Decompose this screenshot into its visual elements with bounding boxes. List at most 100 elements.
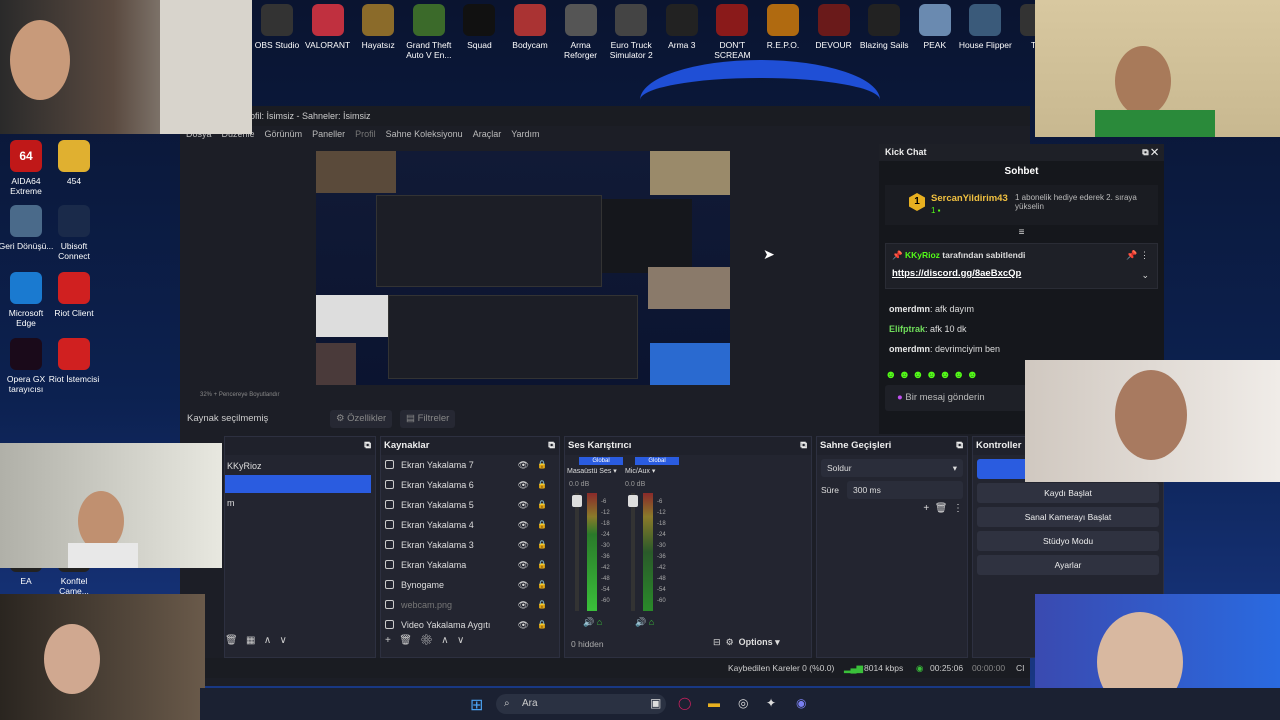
source-down-icon[interactable]: ∨ — [457, 635, 464, 646]
scene-item-selected[interactable] — [225, 475, 371, 493]
desktop-icon[interactable]: Riot İstemcisi — [46, 338, 102, 384]
menu-profile[interactable]: Profil — [355, 126, 376, 142]
desktop-icon[interactable]: Grand Theft Auto V En... — [402, 4, 456, 60]
transition-select[interactable]: Soldur ▾ — [821, 459, 963, 477]
remove-scene-icon[interactable]: 🗑 — [225, 635, 238, 646]
filters-button[interactable]: ▤ Filtreler — [400, 410, 456, 428]
transition-menu-icon[interactable]: ⋮ — [953, 503, 963, 514]
desktop-icon[interactable]: Arma Reforger — [554, 4, 608, 60]
obs-preview[interactable] — [316, 151, 730, 385]
source-item[interactable]: Ekran Yakalama 4 👁 🔒 — [381, 515, 559, 535]
desktop-icon[interactable]: Blazing Sails — [857, 4, 911, 50]
scene-item-1[interactable]: KKyRioz — [225, 455, 375, 475]
scene-filters-icon[interactable]: ▦ — [246, 635, 255, 646]
visibility-eye-icon[interactable]: 👁 — [518, 575, 529, 595]
desktop-icon[interactable]: OBS Studio — [250, 4, 304, 50]
lock-icon[interactable]: 🔒 — [537, 475, 547, 495]
source-item[interactable]: Ekran Yakalama 6 👁 🔒 — [381, 475, 559, 495]
studio-mode-button[interactable]: Stüdyo Modu — [977, 531, 1159, 551]
menu-view[interactable]: Görünüm — [265, 126, 303, 142]
desktop-icon[interactable]: Hayatsız — [351, 4, 405, 50]
desktop-icon[interactable]: Euro Truck Simulator 2 — [604, 4, 658, 60]
source-up-icon[interactable]: ∧ — [441, 635, 448, 646]
move-up-icon[interactable]: ∧ — [264, 635, 271, 646]
lock-icon[interactable]: 🔒 — [537, 495, 547, 515]
settings-button[interactable]: Ayarlar — [977, 555, 1159, 575]
properties-button[interactable]: ⚙ Özellikler — [330, 410, 393, 428]
move-down-icon[interactable]: ∨ — [280, 635, 287, 646]
menu-help[interactable]: Yardım — [511, 126, 539, 142]
start-recording-button[interactable]: Kaydı Başlat — [977, 483, 1159, 503]
ch1-monitor-icon[interactable]: ⌂ — [597, 617, 602, 627]
visibility-eye-icon[interactable]: 👁 — [518, 535, 529, 555]
discord-icon[interactable]: ◉ — [796, 696, 806, 710]
expand-icon[interactable]: ⌄ — [1141, 270, 1149, 281]
explorer-icon[interactable]: ▬ — [708, 696, 720, 710]
desktop-icon[interactable]: House Flipper — [958, 4, 1012, 50]
scene-item-2[interactable]: m — [225, 493, 375, 513]
lock-icon[interactable]: 🔒 — [537, 615, 547, 635]
desktop-icon[interactable]: Bodycam — [503, 4, 557, 50]
visibility-eye-icon[interactable]: 👁 — [518, 515, 529, 535]
pinned-link[interactable]: https://discord.gg/8aeBxcQp — [892, 268, 1021, 279]
source-item[interactable]: Bynogame 👁 🔒 — [381, 575, 559, 595]
desktop-icon[interactable]: Riot Client — [46, 272, 102, 318]
taskbar-search[interactable]: ⌕ Ara — [496, 694, 666, 714]
visibility-eye-icon[interactable]: 👁 — [518, 555, 529, 575]
app-taskbar-icon[interactable]: ✦ — [766, 696, 776, 710]
add-source-icon[interactable]: + — [385, 635, 391, 646]
desktop-icon[interactable]: VALORANT — [301, 4, 355, 50]
lock-icon[interactable]: 🔒 — [537, 515, 547, 535]
remove-source-icon[interactable]: 🗑 — [399, 635, 412, 646]
visibility-eye-icon[interactable]: 👁 — [518, 595, 529, 615]
remove-transition-icon[interactable]: 🗑 — [935, 503, 948, 514]
ch2-monitor-icon[interactable]: ⌂ — [649, 617, 654, 627]
lock-icon[interactable]: 🔒 — [537, 595, 547, 615]
opera-icon[interactable]: ◯ — [678, 696, 691, 710]
source-item[interactable]: Ekran Yakalama 3 👁 🔒 — [381, 535, 559, 555]
visibility-eye-icon[interactable]: 👁 — [518, 495, 529, 515]
desktop-icon[interactable]: Squad — [452, 4, 506, 50]
ch2-speaker-icon[interactable]: 🔊 — [635, 617, 646, 627]
desktop-icon[interactable]: Ubisoft Connect — [46, 205, 102, 261]
mixer-options-button[interactable]: Options ▾ — [739, 637, 780, 647]
task-view-icon[interactable]: ▣ — [650, 696, 661, 710]
lock-icon[interactable]: 🔒 — [537, 455, 547, 475]
menu-docks[interactable]: Paneller — [312, 126, 345, 142]
desktop-icon[interactable]: R.E.P.O. — [756, 4, 810, 50]
source-item[interactable]: Ekran Yakalama 👁 🔒 — [381, 555, 559, 575]
menu-tools[interactable]: Araçlar — [473, 126, 502, 142]
duration-input[interactable]: 300 ms — [847, 481, 963, 499]
obs-taskbar-icon[interactable]: ◎ — [738, 696, 748, 710]
lock-icon[interactable]: 🔒 — [537, 535, 547, 555]
ch2-name[interactable]: Mic/Aux ▾ — [625, 467, 655, 475]
source-item[interactable]: Ekran Yakalama 5 👁 🔒 — [381, 495, 559, 515]
ch2-fader[interactable] — [628, 493, 638, 611]
visibility-eye-icon[interactable]: 👁 — [518, 475, 529, 495]
ch1-fader[interactable] — [572, 493, 582, 611]
ch1-speaker-icon[interactable]: 🔊 — [583, 617, 594, 627]
menu-scene-collection[interactable]: Sahne Koleksiyonu — [386, 126, 463, 142]
visibility-eye-icon[interactable]: 👁 — [518, 455, 529, 475]
close-icon[interactable]: ⧉ ✕ — [1142, 144, 1164, 161]
desktop-icon[interactable]: 454 — [46, 140, 102, 186]
desktop-icon[interactable]: PEAK — [908, 4, 962, 50]
collapse-icon[interactable]: ≡ — [879, 227, 1164, 239]
windows-start-icon[interactable]: ⊞ — [470, 695, 483, 715]
mixer-settings-icon[interactable]: ⚙ — [726, 637, 734, 647]
mixer-layout-icon[interactable]: ⊟ — [713, 637, 721, 647]
desktop-icon[interactable]: Arma 3 — [655, 4, 709, 50]
source-item[interactable]: webcam.png 👁 🔒 — [381, 595, 559, 615]
add-transition-icon[interactable]: + — [923, 503, 929, 514]
lock-icon[interactable]: 🔒 — [537, 575, 547, 595]
start-virtualcam-button[interactable]: Sanal Kamerayı Başlat — [977, 507, 1159, 527]
lock-icon[interactable]: 🔒 — [537, 555, 547, 575]
chat-tab[interactable]: Sohbet — [879, 161, 1164, 183]
desktop-icon[interactable]: DON'T SCREAM — [705, 4, 759, 60]
desktop-icon[interactable]: DEVOUR — [807, 4, 861, 50]
pin-menu-icon[interactable]: 📌 ⋮ — [1126, 250, 1149, 261]
source-settings-icon[interactable]: ⚙ — [420, 635, 433, 646]
ch1-name[interactable]: Masaüstü Ses ▾ — [567, 467, 617, 475]
visibility-eye-icon[interactable]: 👁 — [518, 615, 529, 635]
source-item[interactable]: Ekran Yakalama 7 👁 🔒 — [381, 455, 559, 475]
